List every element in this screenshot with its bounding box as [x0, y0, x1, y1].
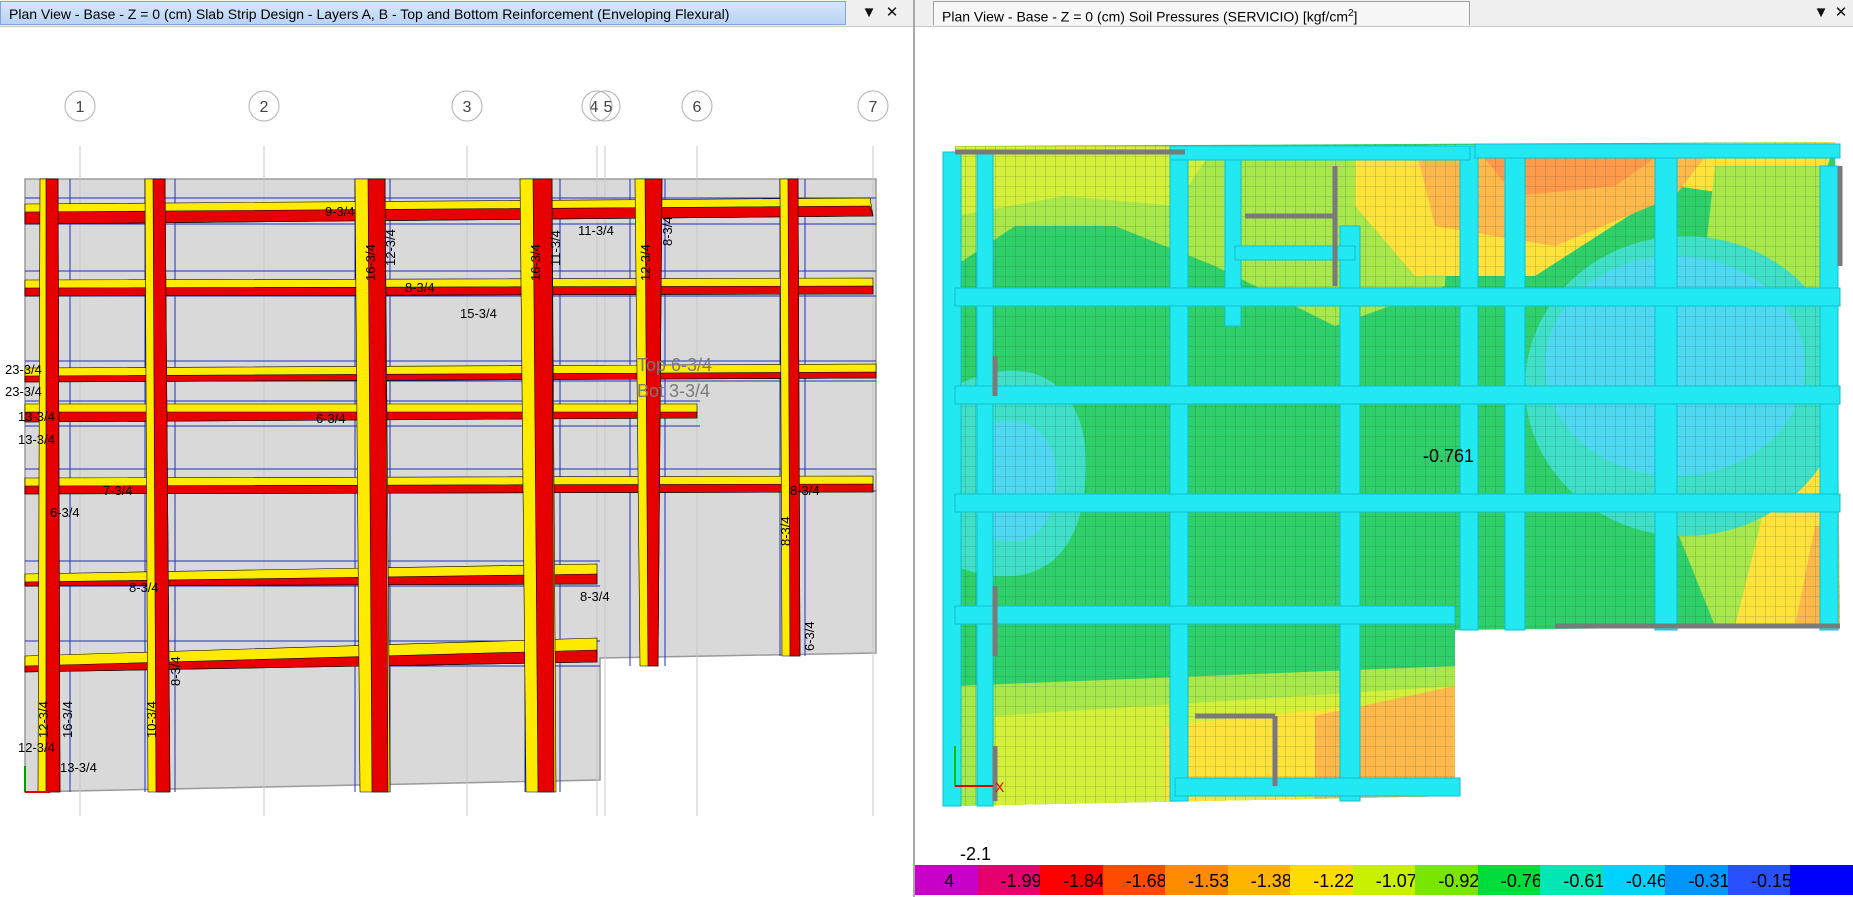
legend-segment: 4: [915, 865, 978, 895]
grid-bubble-6[interactable]: 6: [681, 90, 713, 122]
strip-label: 12-3/4: [383, 229, 398, 266]
legend-segment: -0.92: [1415, 865, 1479, 895]
color-legend: 4 -1.99 -1.84 -1.68 -1.53 -1.38 -1.22 -1…: [915, 865, 1853, 895]
pressure-annotation: -0.761: [1423, 446, 1474, 466]
legend-segment: -1.84: [1040, 865, 1104, 895]
grid-bubble-label: 3: [463, 99, 472, 116]
strip-label: 15-3/4: [460, 306, 497, 321]
strip-label: 8-3/4: [168, 656, 183, 686]
grid-bubble-2[interactable]: 2: [248, 90, 280, 122]
slab-strip-plan[interactable]: 1 2 3 4 5 6 7 9-3/4 8-3/4 15-3/4 11-3/4 …: [0, 26, 913, 897]
strip-label: 11-3/4: [548, 230, 563, 266]
soil-pressure-contour[interactable]: -0.761 X: [915, 26, 1853, 844]
legend-min-label: -2.1: [960, 844, 992, 864]
left-view-pane[interactable]: Plan View - Base - Z = 0 (cm) Slab Strip…: [0, 0, 913, 897]
legend-segment: -0.46: [1602, 865, 1667, 895]
left-titlebar: Plan View - Base - Z = 0 (cm) Slab Strip…: [0, 0, 913, 27]
strip-label: 23-3/4: [5, 362, 42, 377]
grid-bubble-label: 6: [693, 99, 702, 116]
legend-segment: -0.15: [1727, 865, 1792, 895]
strip-label: 6-3/4: [802, 621, 817, 651]
strip-label: 8-3/4: [129, 580, 159, 595]
strip-label: 6-3/4: [316, 411, 346, 426]
legend-segment: -1.07: [1352, 865, 1417, 895]
chevron-down-icon[interactable]: ▼: [858, 1, 880, 25]
grid-bubble-1[interactable]: 1: [64, 90, 96, 122]
strip-label: 12-3/4: [638, 244, 653, 281]
axis-x-label: X: [995, 779, 1005, 795]
strip-label: 11-3/4: [578, 223, 614, 238]
strip-label: 12-3/4: [18, 740, 55, 755]
strip-label: 23-3/4: [5, 384, 42, 399]
close-icon[interactable]: ✕: [881, 1, 903, 25]
strip-label: 8-3/4: [778, 516, 793, 546]
strip-label: 13-3/4: [18, 409, 55, 424]
legend-segment: -0.31: [1665, 865, 1729, 895]
grid-bubble-label: 5: [604, 99, 613, 116]
strip-label: 8-3/4: [405, 280, 435, 295]
grid-bubble-label: 1: [76, 99, 85, 116]
tooltip-line: Top 6-3/4: [637, 355, 712, 375]
legend-segment: -0.76: [1477, 865, 1542, 895]
legend-segment: -1.53: [1165, 865, 1229, 895]
strip-label: 6-3/4: [50, 505, 80, 520]
chevron-down-icon[interactable]: ▼: [1810, 1, 1832, 25]
strip-label: 8-3/4: [790, 483, 820, 498]
grid-bubble-3[interactable]: 3: [451, 90, 483, 122]
right-title-main: Plan View - Base - Z = 0 (cm) Soil Press…: [942, 8, 1348, 25]
strip-label: 8-3/4: [660, 216, 675, 246]
close-icon[interactable]: ✕: [1830, 1, 1852, 25]
strip-label: 9-3/4: [325, 204, 355, 219]
strip-label: 16-3/4: [528, 244, 543, 281]
strip-label: 13-3/4: [60, 760, 97, 775]
strip-label: 13-3/4: [18, 432, 55, 447]
grid-bubble-7[interactable]: 7: [857, 90, 889, 122]
right-view-pane[interactable]: Plan View - Base - Z = 0 (cm) Soil Press…: [915, 0, 1853, 897]
legend-segment: -1.99: [977, 865, 1042, 895]
strip-label: 12-3/4: [36, 701, 51, 738]
legend-segment: -1.38: [1227, 865, 1292, 895]
strip-label: 7-3/4: [103, 483, 133, 498]
right-titlebar: Plan View - Base - Z = 0 (cm) Soil Press…: [915, 0, 1853, 27]
strip-label: 16-3/4: [363, 244, 378, 281]
right-title-end: ]: [1353, 8, 1358, 25]
legend-segment: [1790, 865, 1853, 895]
legend-segment: -0.61: [1540, 865, 1604, 895]
strip-label: 10-3/4: [144, 701, 159, 738]
strip-label: 8-3/4: [580, 589, 610, 604]
grid-bubble-label: 7: [869, 99, 878, 116]
grid-bubble-label: 2: [260, 99, 269, 116]
legend-segment: -1.68: [1102, 865, 1167, 895]
tooltip-line: Bot 3-3/4: [637, 381, 710, 401]
strip-label: 16-3/4: [60, 701, 75, 738]
left-window-title[interactable]: Plan View - Base - Z = 0 (cm) Slab Strip…: [0, 1, 846, 25]
grid-bubbles: 1 2 3 4 5 6 7: [64, 90, 889, 122]
legend-segment: -1.22: [1290, 865, 1354, 895]
right-window-title[interactable]: Plan View - Base - Z = 0 (cm) Soil Press…: [933, 1, 1470, 25]
